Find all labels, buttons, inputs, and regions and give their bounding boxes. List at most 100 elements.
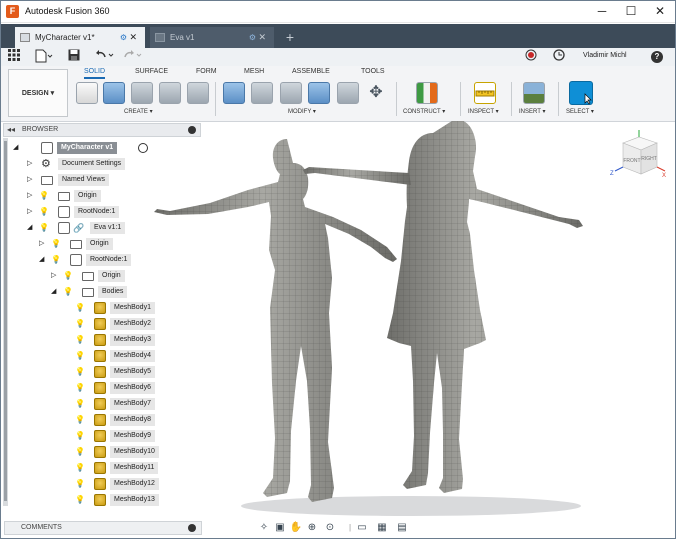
visibility-bulb-icon[interactable]: 💡 — [75, 463, 85, 473]
visibility-bulb-icon[interactable]: 💡 — [39, 191, 49, 201]
modify-menu[interactable]: MODIFY ▾ — [288, 108, 316, 115]
tree-item-eva[interactable]: ◢ 💡 🔗 Eva v1:1 — [27, 221, 177, 235]
tree-root[interactable]: ◢ MyCharacter v1 — [13, 141, 173, 155]
extrude-icon[interactable] — [103, 82, 125, 104]
tree-item-meshbody[interactable]: 💡 MeshBody12 — [63, 477, 183, 491]
app-grid-icon[interactable] — [8, 49, 20, 65]
browser-options-icon[interactable] — [188, 126, 196, 134]
job-status-icon[interactable] — [553, 49, 565, 65]
record-icon[interactable] — [525, 49, 537, 65]
tree-item-rootnode[interactable]: ▷ 💡 RootNode:1 — [27, 205, 177, 219]
visibility-bulb-icon[interactable]: 💡 — [75, 367, 85, 377]
tab-form[interactable]: FORM — [196, 68, 217, 79]
tree-item-meshbody[interactable]: 💡 MeshBody2 — [63, 317, 183, 331]
collapse-browser-icon[interactable]: ◂◂ — [7, 125, 15, 134]
viewports-icon[interactable]: ▤ — [395, 521, 409, 535]
3d-viewport-canvas[interactable] — [151, 121, 631, 531]
create-menu[interactable]: CREATE ▾ — [124, 108, 153, 115]
tab-eva[interactable]: Eva v1 ⚙ ✕ — [150, 27, 274, 48]
construct-menu[interactable]: CONSTRUCT ▾ — [403, 108, 445, 115]
add-comment-icon[interactable] — [188, 524, 196, 532]
tree-item-meshbody[interactable]: 💡 MeshBody8 — [63, 413, 183, 427]
viewcube-right-label[interactable]: RIGHT — [641, 156, 657, 162]
tab-close-icon[interactable]: ✕ — [129, 27, 137, 48]
visibility-bulb-icon[interactable]: 💡 — [75, 431, 85, 441]
move-icon[interactable]: ✥ — [365, 82, 387, 104]
visibility-bulb-icon[interactable]: 💡 — [75, 335, 85, 345]
minimize-button[interactable]: ─ — [587, 2, 617, 20]
tab-tools[interactable]: TOOLS — [361, 68, 385, 79]
undo-icon[interactable] — [95, 49, 117, 65]
tree-item-named-views[interactable]: ▷ Named Views — [27, 173, 177, 187]
visibility-bulb-icon[interactable]: 💡 — [75, 447, 85, 457]
select-menu[interactable]: SELECT ▾ — [566, 108, 594, 115]
visibility-bulb-icon[interactable]: 💡 — [75, 319, 85, 329]
tree-item-meshbody[interactable]: 💡 MeshBody7 — [63, 397, 183, 411]
workspace-dropdown[interactable]: DESIGN ▾ — [8, 69, 68, 117]
expand-arrow-icon[interactable]: ▷ — [27, 175, 35, 185]
split-body-icon[interactable] — [337, 82, 359, 104]
expand-arrow-icon[interactable]: ▷ — [39, 239, 47, 249]
tab-settings-icon[interactable]: ⚙ — [249, 27, 256, 48]
visibility-bulb-icon[interactable]: 💡 — [39, 223, 49, 233]
user-account-name[interactable]: Vladimir Michl — [583, 50, 627, 62]
file-menu-icon[interactable] — [35, 49, 53, 65]
tree-item-bodies[interactable]: ◢ 💡 Bodies — [51, 285, 181, 299]
expand-arrow-icon[interactable]: ◢ — [13, 143, 21, 153]
tree-item-meshbody[interactable]: 💡 MeshBody10 — [63, 445, 183, 459]
look-at-icon[interactable]: ▣ — [273, 521, 287, 535]
visibility-bulb-icon[interactable]: 💡 — [39, 207, 49, 217]
expand-arrow-icon[interactable]: ◢ — [39, 255, 47, 265]
visibility-bulb-icon[interactable]: 💡 — [51, 255, 61, 265]
grid-settings-icon[interactable]: ▦ — [375, 521, 389, 535]
create-sketch-icon[interactable] — [76, 82, 98, 104]
expand-arrow-icon[interactable]: ◢ — [51, 287, 59, 297]
zoom-icon[interactable]: ⊕ — [305, 521, 319, 535]
measure-icon[interactable] — [474, 82, 496, 104]
combine-icon[interactable] — [308, 82, 330, 104]
expand-arrow-icon[interactable]: ▷ — [27, 159, 35, 169]
redo-icon[interactable] — [123, 49, 145, 65]
maximize-button[interactable]: ☐ — [616, 2, 646, 20]
visibility-bulb-icon[interactable]: 💡 — [75, 495, 85, 505]
visibility-bulb-icon[interactable]: 💡 — [75, 399, 85, 409]
tree-item-eva-rootnode[interactable]: ◢ 💡 RootNode:1 — [39, 253, 179, 267]
pan-hand-icon[interactable]: ✋ — [289, 521, 303, 535]
female-character-mesh[interactable] — [303, 121, 583, 493]
expand-arrow-icon[interactable]: ▷ — [27, 207, 35, 217]
comments-bar[interactable]: COMMENTS — [4, 521, 202, 535]
tab-mesh[interactable]: MESH — [244, 68, 264, 79]
revolve-icon[interactable] — [131, 82, 153, 104]
pattern-icon[interactable] — [187, 82, 209, 104]
expand-arrow-icon[interactable]: ▷ — [51, 271, 59, 281]
viewcube-front-label[interactable]: FRONT — [623, 158, 640, 164]
tree-item-origin[interactable]: ▷ 💡 Origin — [27, 189, 177, 203]
tree-item-eva-origin[interactable]: ▷ 💡 Origin — [39, 237, 179, 251]
display-settings-icon[interactable]: ▭ — [355, 521, 369, 535]
tree-item-meshbody[interactable]: 💡 MeshBody9 — [63, 429, 183, 443]
tree-item-document-settings[interactable]: ▷ ⚙ Document Settings — [27, 157, 177, 171]
shell-icon[interactable] — [280, 82, 302, 104]
tab-assemble[interactable]: ASSEMBLE — [292, 68, 330, 79]
tab-solid[interactable]: SOLID — [84, 68, 106, 79]
insert-menu[interactable]: INSERT ▾ — [519, 108, 545, 115]
browser-header[interactable]: ◂◂ BROWSER — [3, 123, 201, 137]
visibility-bulb-icon[interactable]: 💡 — [75, 479, 85, 489]
tree-item-meshbody[interactable]: 💡 MeshBody3 — [63, 333, 183, 347]
visibility-bulb-icon[interactable]: 💡 — [51, 239, 61, 249]
orbit-icon[interactable]: ✧ — [257, 521, 271, 535]
expand-arrow-icon[interactable]: ◢ — [27, 223, 35, 233]
tree-item-meshbody[interactable]: 💡 MeshBody4 — [63, 349, 183, 363]
tree-item-meshbody[interactable]: 💡 MeshBody6 — [63, 381, 183, 395]
tree-item-meshbody[interactable]: 💡 MeshBody1 — [63, 301, 183, 315]
press-pull-icon[interactable] — [223, 82, 245, 104]
fit-icon[interactable]: ⊙ — [323, 521, 337, 535]
visibility-bulb-icon[interactable]: 💡 — [75, 383, 85, 393]
activate-radio-icon[interactable] — [138, 143, 148, 153]
hole-icon[interactable] — [159, 82, 181, 104]
new-tab-button[interactable]: + — [280, 27, 300, 48]
tree-item-meshbody[interactable]: 💡 MeshBody11 — [63, 461, 183, 475]
construct-plane-icon[interactable] — [416, 82, 438, 104]
tab-surface[interactable]: SURFACE — [135, 68, 168, 79]
tab-settings-icon[interactable]: ⚙ — [120, 27, 127, 48]
